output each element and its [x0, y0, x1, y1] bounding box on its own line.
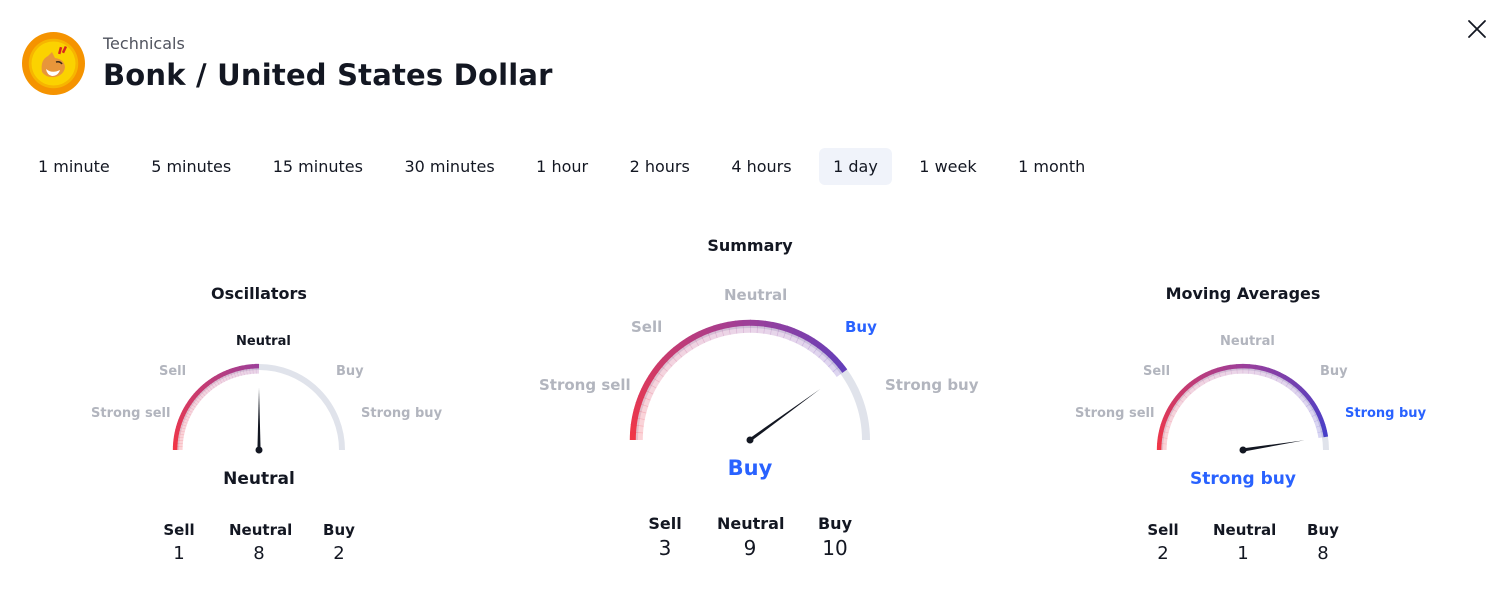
gauge-fill-shadow [1270, 373, 1279, 382]
gauge-fill-shadow [1166, 413, 1175, 423]
gauge-fill [1162, 412, 1170, 421]
gauge-fill-shadow [1182, 389, 1192, 399]
gauge-fill [1266, 367, 1275, 375]
gauge-fill-shadow [1275, 375, 1285, 384]
gauge-fill-shadow [1218, 369, 1227, 378]
gauge-fill [1158, 424, 1166, 432]
gauge-fill [1278, 372, 1287, 380]
gauge-fill-shadow [1311, 413, 1320, 423]
gauge-fill-shadow [1230, 367, 1238, 375]
gauge-fill-shadow [1164, 419, 1173, 428]
gauge-fill [1318, 417, 1326, 426]
buy-count-label: Buy [1307, 521, 1339, 539]
gauge-fill-shadow [1186, 385, 1196, 395]
gauge-needle-pivot [1239, 446, 1247, 454]
gauge-fill [1310, 401, 1318, 410]
gauge-fill [1322, 430, 1329, 438]
gauge-fill-shadow [1285, 381, 1295, 391]
neutral-count: 1 [1237, 543, 1249, 564]
gauge-fill-shadow [1207, 373, 1216, 382]
gauge-fill-shadow [1191, 381, 1201, 391]
gauge-fill-shadow [1265, 371, 1274, 379]
gauge-fill [1199, 372, 1208, 380]
gauge-fill [1211, 367, 1220, 375]
gauge-fill-shadow [1178, 393, 1188, 403]
gauge-fill-shadow [1162, 425, 1171, 434]
gauge-fill-shadow [1259, 369, 1268, 378]
gauge-counts: Sell 2 Neutral 1 Buy 8 [1137, 521, 1349, 564]
gauge-fill-shadow [1298, 393, 1308, 403]
gauge-track [1157, 364, 1329, 451]
gauge-fill-shadow [1168, 408, 1178, 417]
gauge-fill-shadow [1290, 385, 1300, 395]
gauge-fill [1205, 369, 1214, 377]
gauge-fill-shadow [1305, 403, 1315, 412]
gauge-fill-shadow [1317, 431, 1325, 439]
gauge-fill [1283, 375, 1292, 383]
gauge-fill-shadow [1308, 408, 1318, 417]
gauge-fill-shadow [1171, 403, 1181, 412]
buy-count: 8 [1317, 543, 1329, 564]
gauge-fill [1160, 418, 1168, 427]
gauge-needle [1242, 440, 1305, 452]
moving-averages-arc [1156, 363, 1329, 454]
gauge-fill-shadow [1280, 378, 1290, 387]
gauge-fill [1157, 430, 1164, 438]
gauge-fill [1223, 364, 1232, 371]
gauge-fill [1157, 436, 1163, 444]
gauge-fill-shadow [1294, 389, 1304, 399]
gauge-fill [1254, 364, 1263, 371]
sell-count: 2 [1157, 543, 1169, 564]
sell-count-label: Sell [1147, 521, 1179, 539]
gauge-fill [1165, 406, 1173, 415]
gauge-fill-shadow [1212, 371, 1221, 379]
gauge-fill-shadow [1224, 368, 1232, 376]
gauge-fill [1272, 369, 1281, 377]
gauge-fill-shadow [1302, 398, 1312, 407]
gauge-fill-shadow [1196, 378, 1206, 387]
gauge-fill [1316, 412, 1324, 421]
gauge-fill-shadow [1160, 437, 1168, 445]
gauge-fill-shadow [1313, 419, 1322, 428]
gauge-fill [1194, 375, 1203, 383]
gauge-fill [1320, 424, 1327, 432]
gauge-fill-shadow [1315, 425, 1324, 433]
gauge-fill [1217, 365, 1226, 373]
gauge-fill-shadow [1254, 368, 1262, 376]
gauge-fill [1248, 364, 1257, 370]
gauge-fill [1168, 401, 1176, 410]
gauge-fill-shadow [1161, 431, 1169, 439]
gauge-result: Strong buy [1190, 469, 1296, 489]
gauge-fill-shadow [1174, 398, 1184, 408]
gauge-fill-shadow [1248, 367, 1256, 375]
gauge-fill [1260, 365, 1269, 373]
gauge-fill-shadow [1201, 375, 1211, 384]
neutral-count-label: Neutral [1213, 521, 1277, 539]
gauge-fill [1229, 364, 1238, 370]
gauge-fill [1313, 406, 1321, 415]
